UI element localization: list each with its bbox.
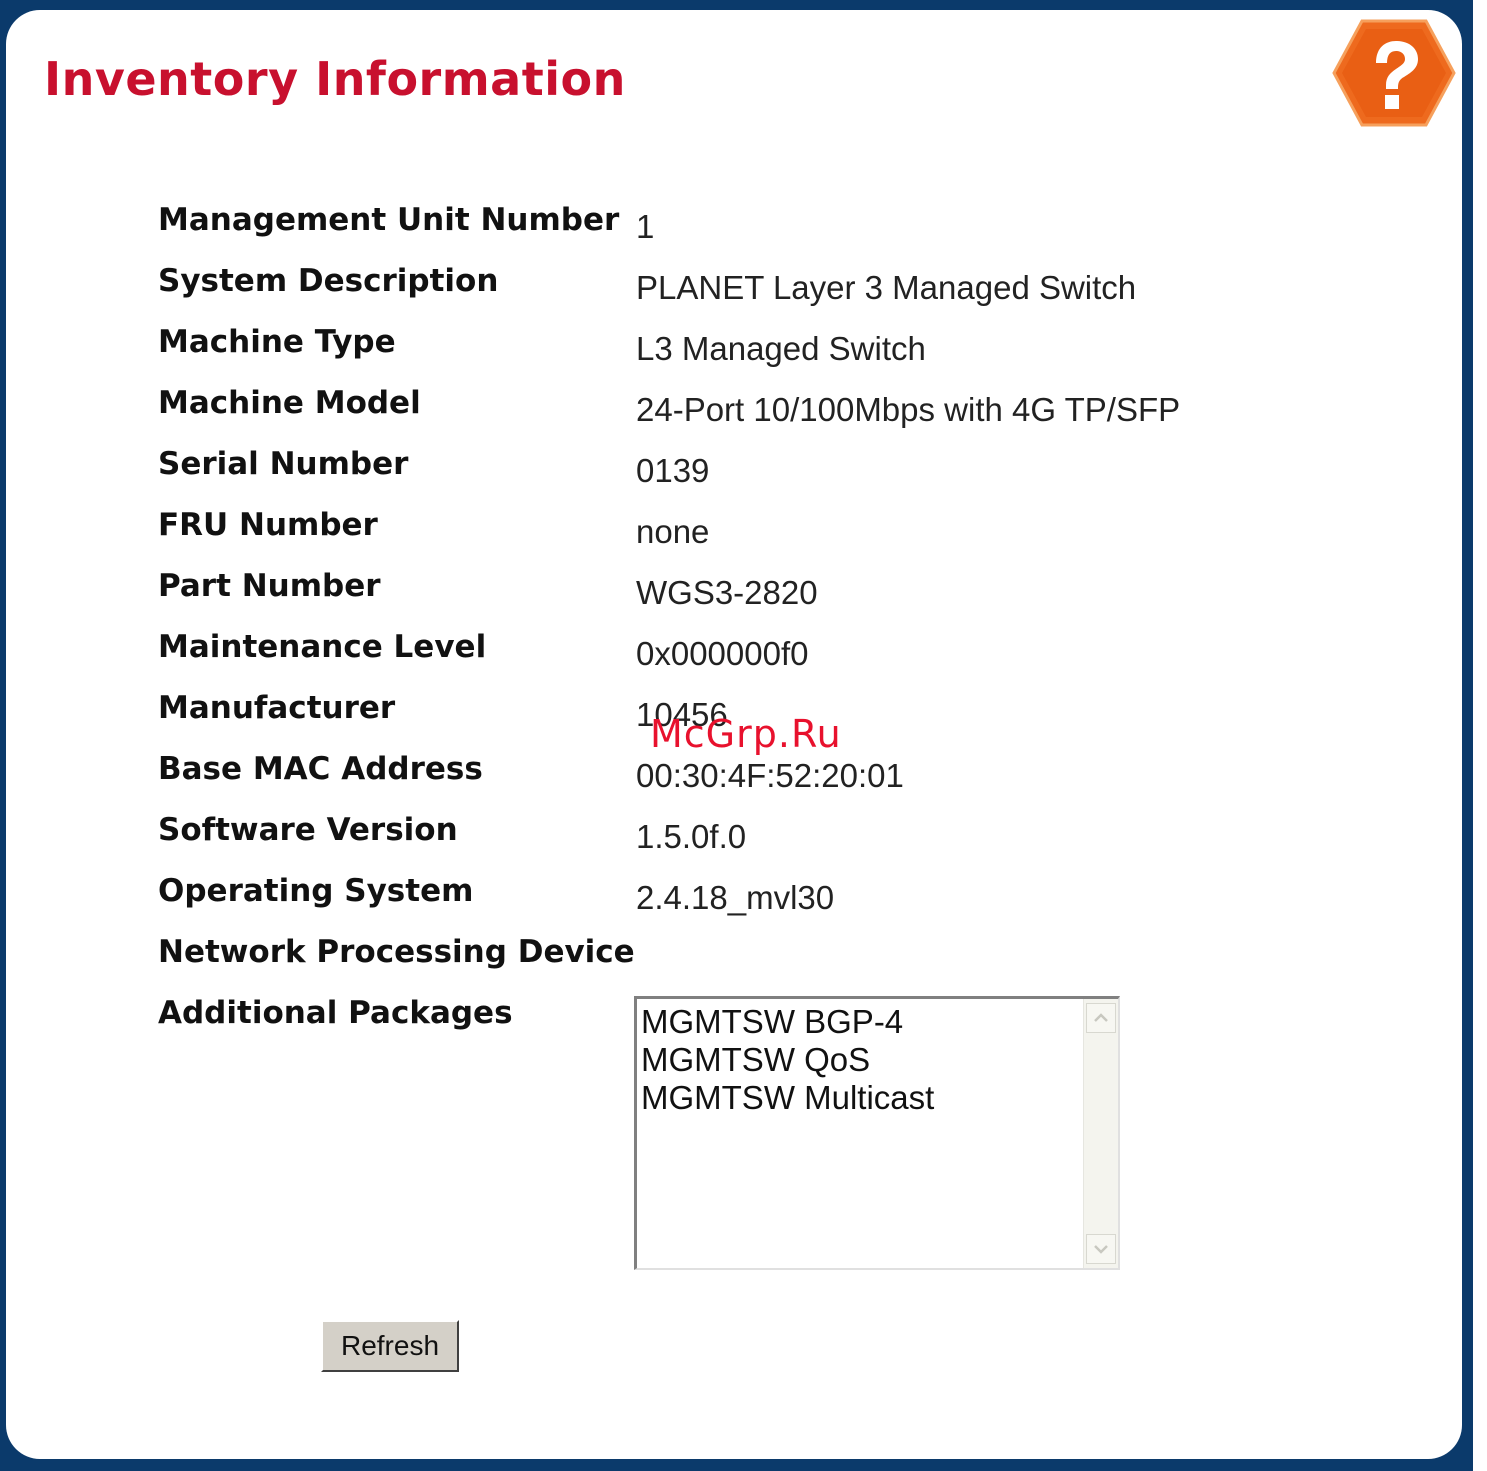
listbox-scrollbar[interactable] — [1083, 999, 1118, 1268]
label-maintenance-level: Maintenance Level — [158, 629, 487, 665]
label-part-number: Part Number — [158, 568, 381, 604]
label-system-description: System Description — [158, 263, 499, 299]
value-serial-number: 0139 — [636, 452, 710, 489]
value-part-number: WGS3-2820 — [636, 574, 818, 611]
value-machine-type: L3 Managed Switch — [636, 330, 926, 367]
value-system-description: PLANET Layer 3 Managed Switch — [636, 269, 1137, 306]
label-network-processing-device: Network Processing Device — [158, 934, 635, 970]
label-machine-type: Machine Type — [158, 324, 396, 360]
frame-edge — [1473, 0, 1487, 1471]
label-fru-number: FRU Number — [158, 507, 378, 543]
label-additional-packages: Additional Packages — [158, 995, 513, 1031]
list-item[interactable]: MGMTSW QoS — [641, 1041, 870, 1079]
value-base-mac-address: 00:30:4F:52:20:01 — [636, 757, 904, 794]
scroll-down-button[interactable] — [1086, 1234, 1116, 1264]
list-item[interactable]: MGMTSW Multicast — [641, 1079, 934, 1117]
value-management-unit-number: 1 — [636, 208, 655, 245]
label-software-version: Software Version — [158, 812, 458, 848]
additional-packages-listbox[interactable]: MGMTSW BGP-4 MGMTSW QoS MGMTSW Multicast — [634, 996, 1120, 1270]
watermark: McGrp.Ru — [650, 712, 842, 756]
refresh-button[interactable]: Refresh — [321, 1320, 459, 1372]
value-software-version: 1.5.0f.0 — [636, 818, 747, 855]
help-button[interactable] — [1330, 17, 1458, 129]
scroll-up-button[interactable] — [1086, 1003, 1116, 1033]
chevron-down-icon — [1094, 1245, 1108, 1254]
help-question-hexagon-icon — [1332, 19, 1456, 127]
label-management-unit-number: Management Unit Number — [158, 202, 620, 238]
list-item[interactable]: MGMTSW BGP-4 — [641, 1003, 903, 1041]
chevron-up-icon — [1094, 1013, 1108, 1022]
value-maintenance-level: 0x000000f0 — [636, 635, 809, 672]
page-title: Inventory Information — [44, 52, 626, 106]
label-base-mac-address: Base MAC Address — [158, 751, 483, 787]
label-manufacturer: Manufacturer — [158, 690, 396, 726]
label-serial-number: Serial Number — [158, 446, 409, 482]
value-fru-number: none — [636, 513, 710, 550]
value-machine-model: 24-Port 10/100Mbps with 4G TP/SFP — [636, 391, 1181, 428]
label-operating-system: Operating System — [158, 873, 474, 909]
value-operating-system: 2.4.18_mvl30 — [636, 879, 835, 916]
label-machine-model: Machine Model — [158, 385, 421, 421]
